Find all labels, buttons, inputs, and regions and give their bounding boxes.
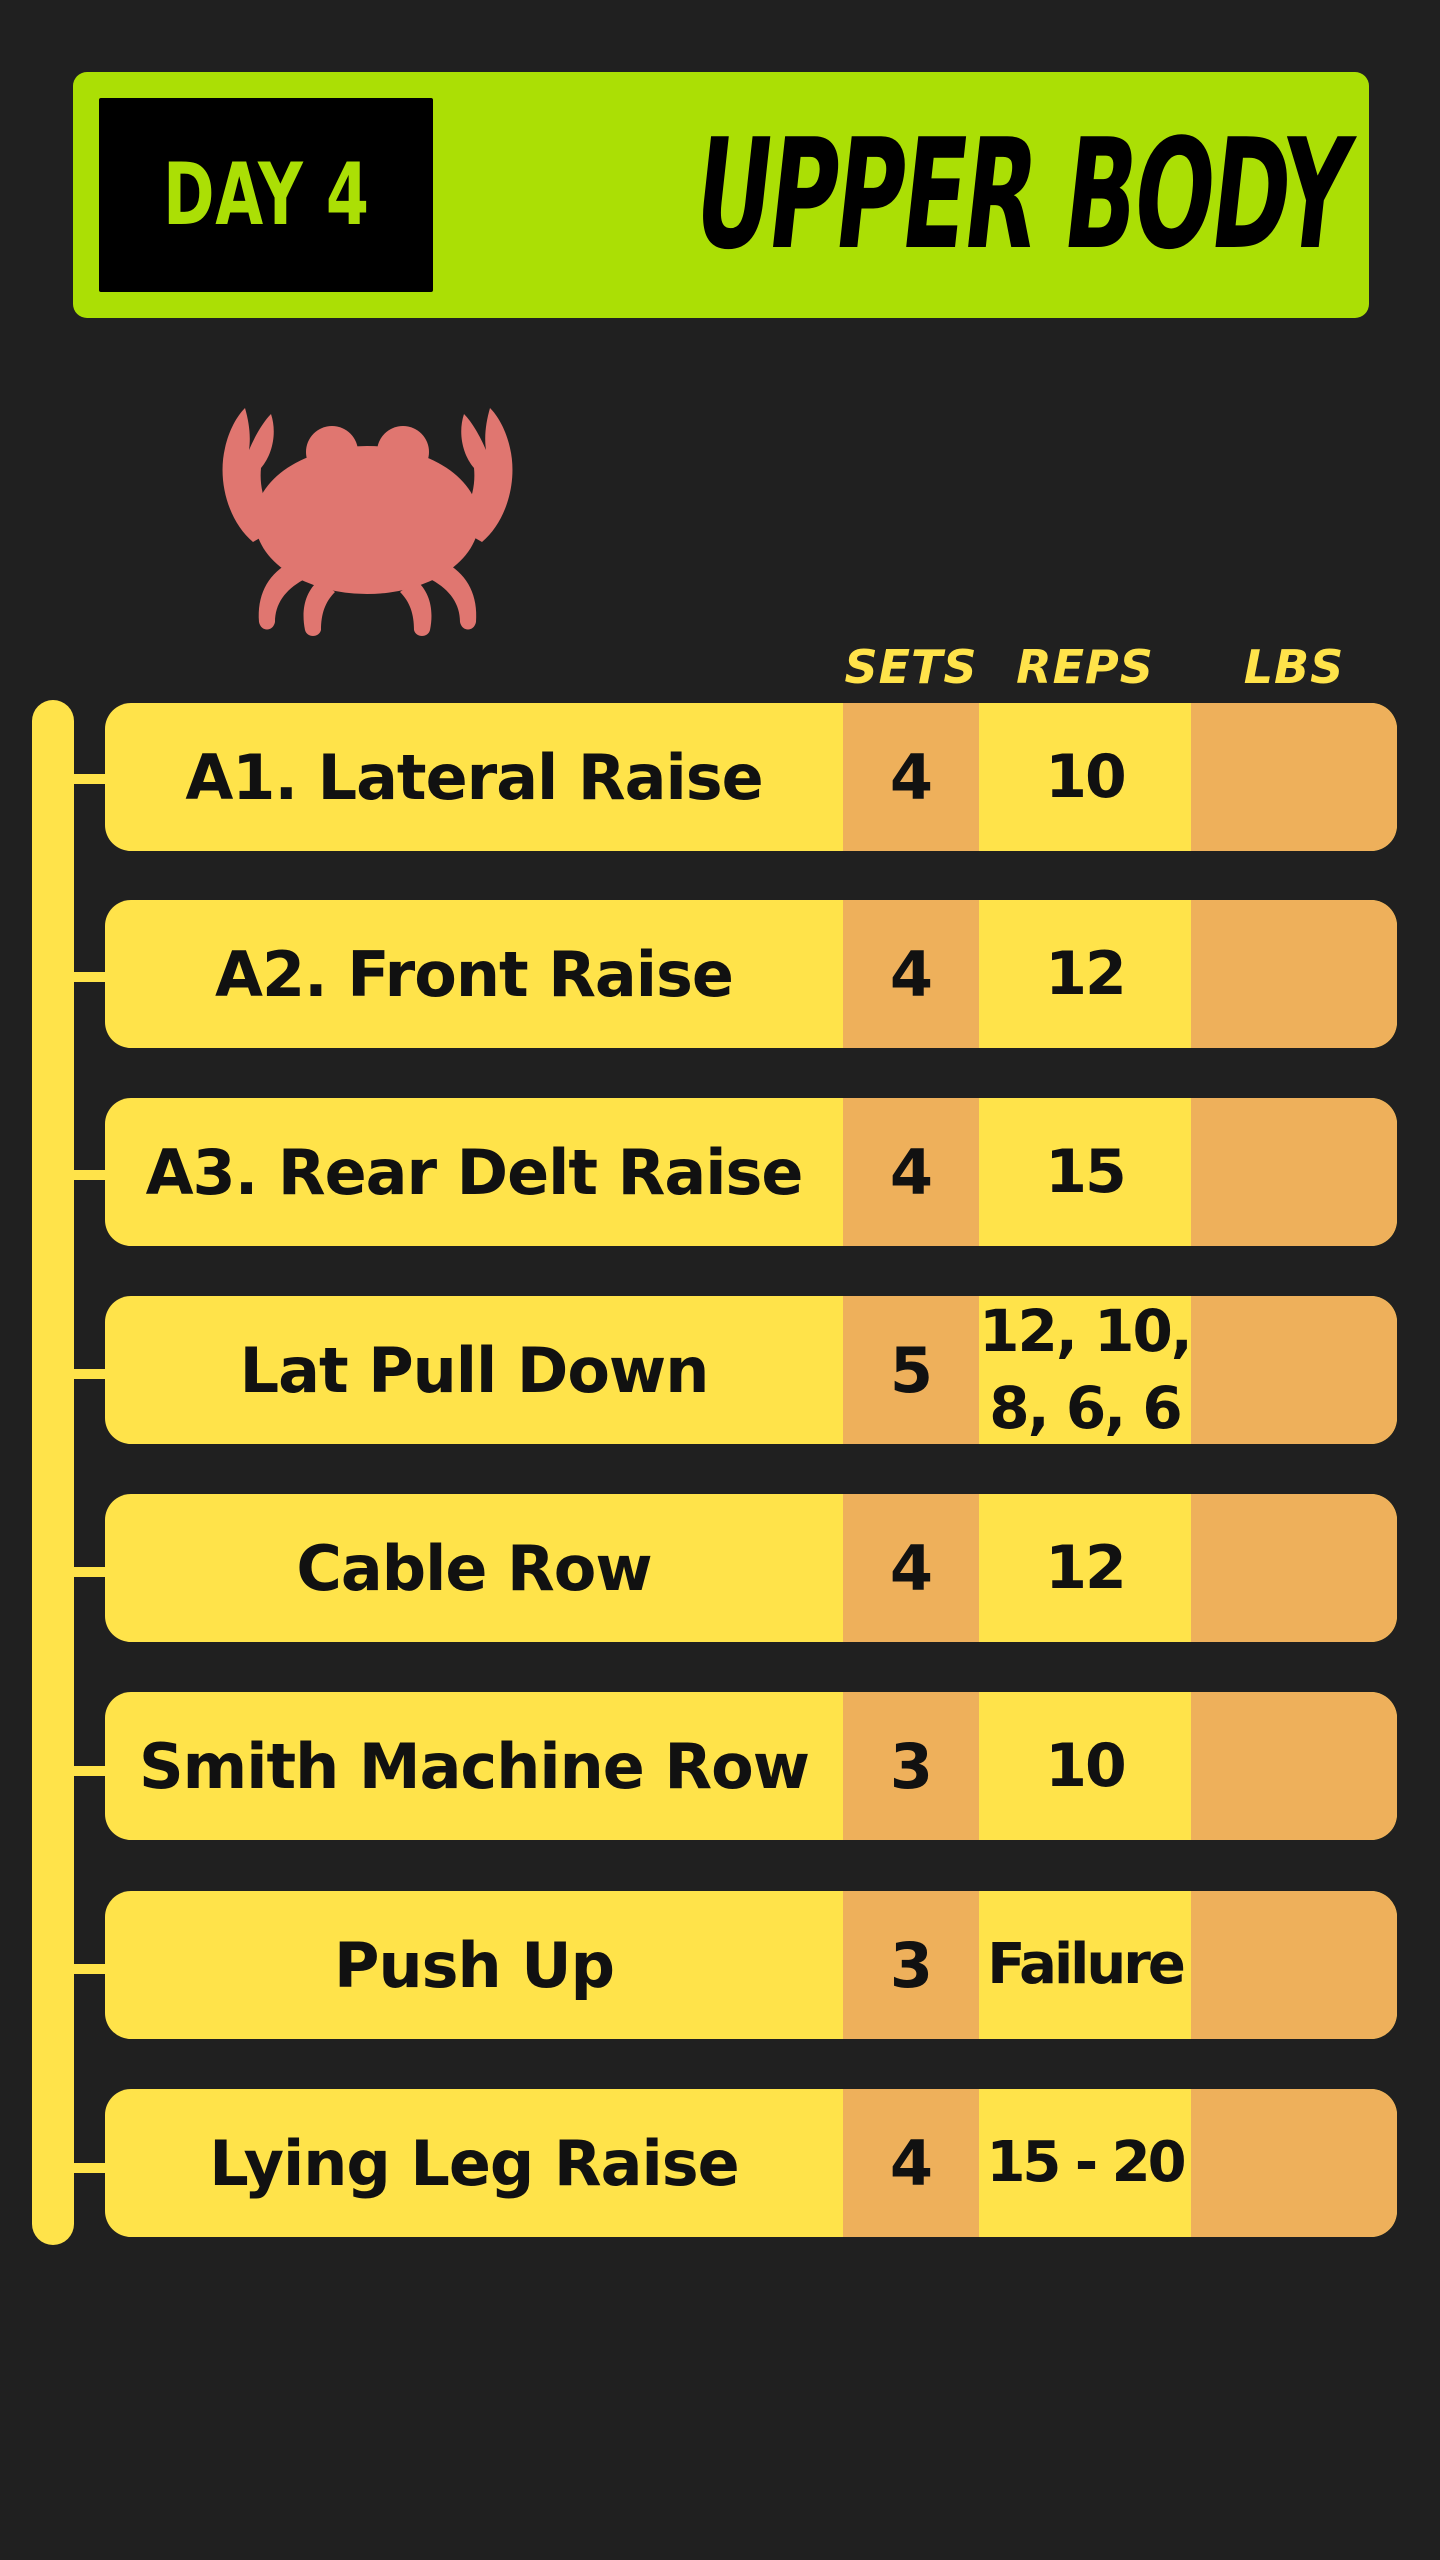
exercise-row: A2. Front Raise 4 12	[105, 900, 1397, 1048]
sets-cell: 4	[843, 1098, 979, 1246]
reps-cell: 10	[979, 703, 1191, 851]
column-header-lbs: LBS	[1243, 640, 1345, 694]
exercise-name-cell: Smith Machine Row	[105, 1692, 843, 1840]
exercise-name-cell: A1. Lateral Raise	[105, 703, 843, 851]
timeline-tick	[60, 1369, 108, 1379]
reps-value: Failure	[987, 1932, 1186, 1998]
reps-value: 12	[1045, 1533, 1126, 1603]
column-header-reps: REPS	[1016, 640, 1154, 694]
lbs-cell[interactable]	[1191, 1891, 1397, 2039]
exercise-name: Cable Row	[296, 1531, 652, 1605]
timeline-tick	[60, 774, 108, 784]
exercise-row: Push Up 3 Failure	[105, 1891, 1397, 2039]
exercise-row: A1. Lateral Raise 4 10	[105, 703, 1397, 851]
exercise-name-cell: Cable Row	[105, 1494, 843, 1642]
day-label: DAY 4	[162, 145, 370, 245]
sets-value: 4	[889, 2126, 933, 2200]
crab-icon	[222, 408, 513, 636]
sets-cell: 5	[843, 1296, 979, 1444]
sets-value: 4	[889, 1135, 933, 1209]
timeline-rail	[32, 700, 74, 2245]
sets-cell: 4	[843, 2089, 979, 2237]
timeline-tick	[60, 1170, 108, 1180]
sets-cell: 4	[843, 1494, 979, 1642]
exercise-name: Lying Leg Raise	[209, 2126, 739, 2200]
sets-value: 4	[889, 1531, 933, 1605]
reps-value: 15 - 20	[986, 2130, 1186, 2196]
day-badge: DAY 4	[99, 98, 433, 292]
timeline-tick	[60, 1964, 108, 1974]
exercise-name: A1. Lateral Raise	[185, 740, 763, 814]
sets-cell: 4	[843, 900, 979, 1048]
reps-value: 10	[1045, 1731, 1126, 1801]
exercise-name-cell: A2. Front Raise	[105, 900, 843, 1048]
timeline-tick	[60, 1567, 108, 1577]
exercise-name-cell: Lat Pull Down	[105, 1296, 843, 1444]
exercise-name-cell: A3. Rear Delt Raise	[105, 1098, 843, 1246]
timeline-tick	[60, 2163, 108, 2173]
timeline-tick	[60, 1766, 108, 1776]
lbs-cell[interactable]	[1191, 703, 1397, 851]
reps-cell: 12, 10, 8, 6, 6	[979, 1296, 1193, 1444]
exercise-row: Lying Leg Raise 4 15 - 20	[105, 2089, 1397, 2237]
reps-value: 12	[1045, 939, 1126, 1009]
exercise-row: A3. Rear Delt Raise 4 15	[105, 1098, 1397, 1246]
exercise-row: Smith Machine Row 3 10	[105, 1692, 1397, 1840]
lbs-cell[interactable]	[1191, 2089, 1397, 2237]
reps-value: 10	[1045, 742, 1126, 812]
reps-cell: 15 - 20	[979, 2089, 1191, 2237]
column-header-sets: SETS	[844, 640, 978, 694]
sets-cell: 3	[843, 1891, 979, 2039]
exercise-name: A2. Front Raise	[215, 937, 734, 1011]
exercise-row: Cable Row 4 12	[105, 1494, 1397, 1642]
reps-value: 12, 10, 8, 6, 6	[979, 1297, 1193, 1442]
lbs-cell[interactable]	[1191, 1692, 1397, 1840]
reps-cell: 12	[979, 1494, 1191, 1642]
sets-value: 3	[889, 1729, 933, 1803]
workout-title: UPPER BODY	[686, 105, 1357, 283]
sets-value: 4	[889, 937, 933, 1011]
exercise-name: Lat Pull Down	[239, 1333, 710, 1407]
sets-value: 5	[889, 1333, 933, 1407]
exercise-name: Smith Machine Row	[139, 1729, 810, 1803]
lbs-cell[interactable]	[1191, 1296, 1397, 1444]
lbs-cell[interactable]	[1191, 1098, 1397, 1246]
reps-cell: Failure	[979, 1891, 1191, 2039]
sets-value: 4	[889, 740, 933, 814]
reps-cell: 15	[979, 1098, 1191, 1246]
reps-cell: 12	[979, 900, 1191, 1048]
header-banner: DAY 4 UPPER BODY	[73, 72, 1369, 318]
sets-cell: 4	[843, 703, 979, 851]
reps-cell: 10	[979, 1692, 1191, 1840]
exercise-name-cell: Push Up	[105, 1891, 843, 2039]
exercise-name: Push Up	[334, 1928, 615, 2002]
timeline-tick	[60, 972, 108, 982]
sets-cell: 3	[843, 1692, 979, 1840]
exercise-row: Lat Pull Down 5 12, 10, 8, 6, 6	[105, 1296, 1397, 1444]
reps-value: 15	[1045, 1137, 1126, 1207]
exercise-name: A3. Rear Delt Raise	[145, 1135, 804, 1209]
exercise-name-cell: Lying Leg Raise	[105, 2089, 843, 2237]
sets-value: 3	[889, 1928, 933, 2002]
lbs-cell[interactable]	[1191, 900, 1397, 1048]
lbs-cell[interactable]	[1191, 1494, 1397, 1642]
